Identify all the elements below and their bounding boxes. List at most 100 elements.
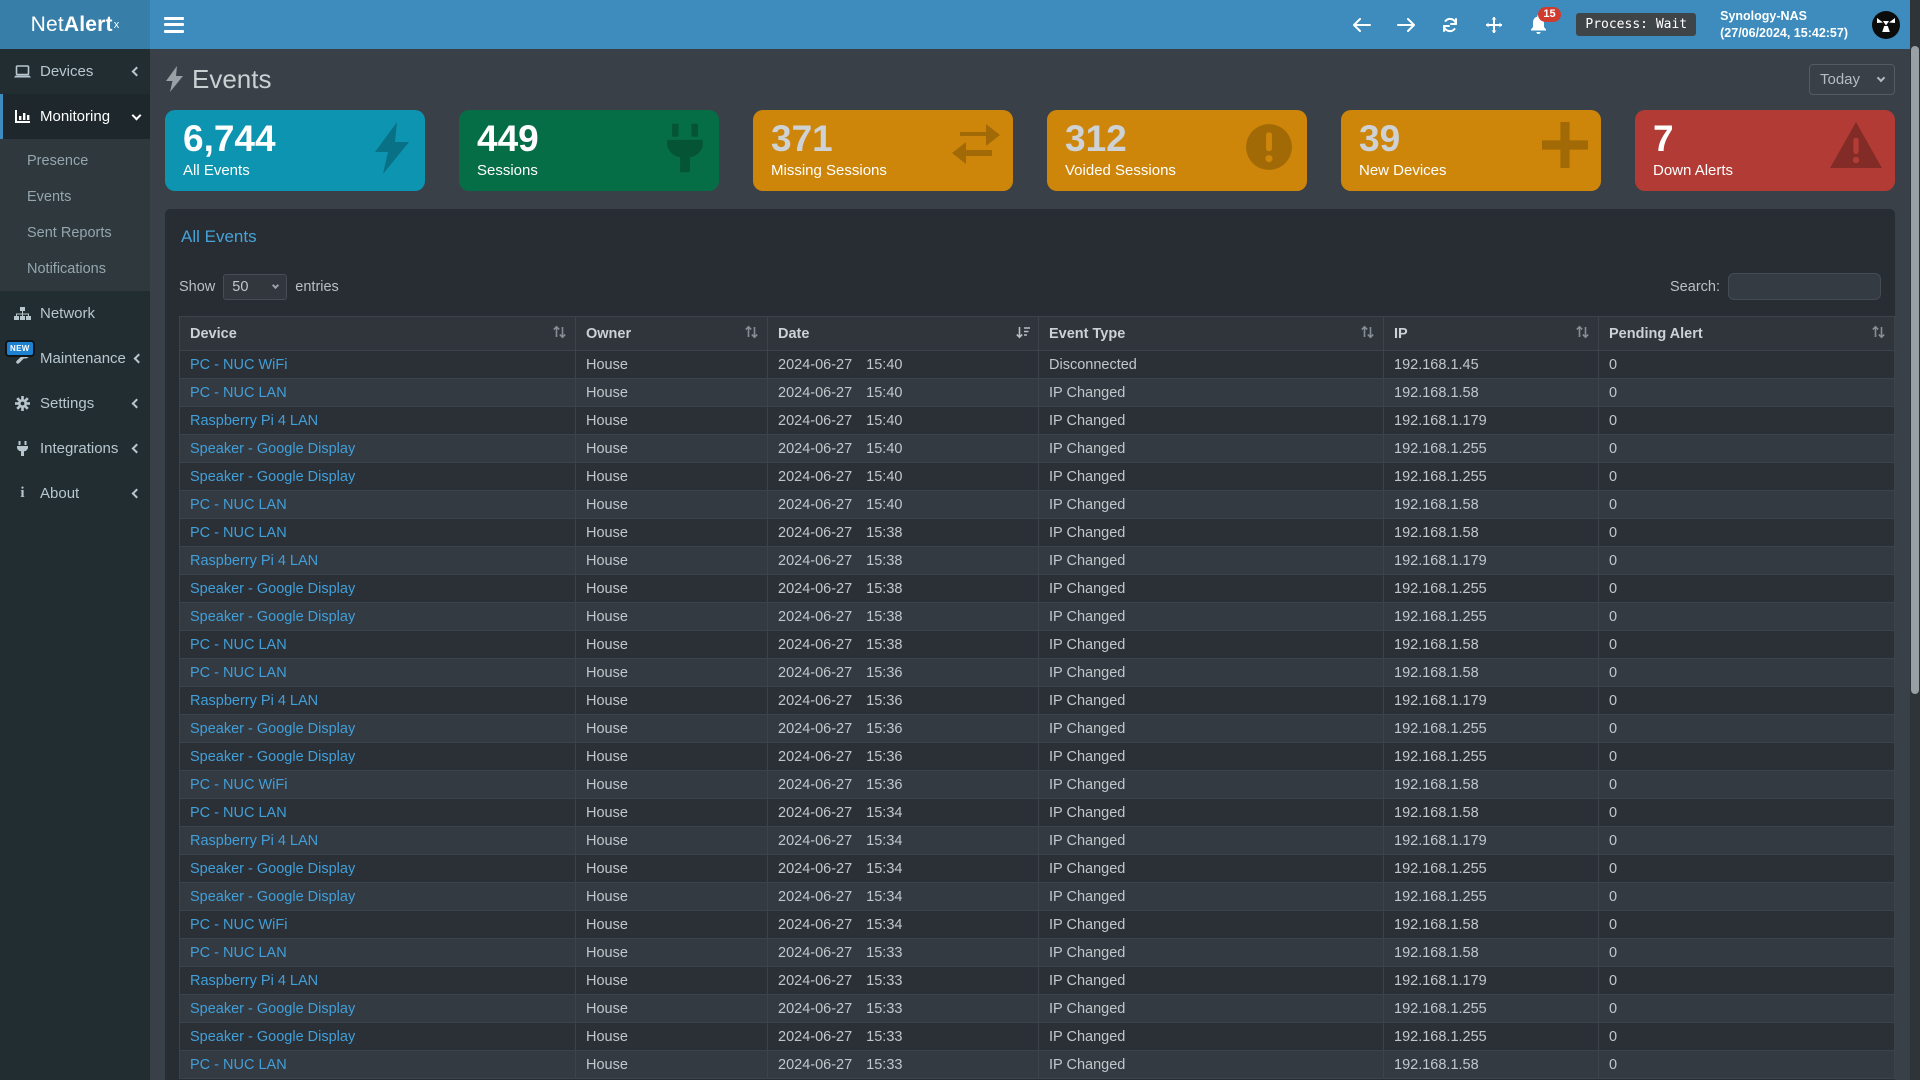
back-arrow-icon[interactable] bbox=[1352, 15, 1372, 35]
period-select[interactable]: Today bbox=[1809, 64, 1895, 95]
device-link[interactable]: PC - NUC WiFi bbox=[190, 917, 287, 933]
device-cell: PC - NUC LAN bbox=[180, 799, 576, 827]
column-header-pending-alert[interactable]: Pending Alert bbox=[1599, 317, 1895, 351]
owner-cell: House bbox=[576, 799, 768, 827]
ip-cell: 192.168.1.179 bbox=[1384, 687, 1599, 715]
device-link[interactable]: Speaker - Google Display bbox=[190, 889, 355, 905]
entries-select[interactable]: 50 bbox=[223, 274, 287, 300]
device-cell: Speaker - Google Display bbox=[180, 743, 576, 771]
column-header-ip[interactable]: IP bbox=[1384, 317, 1599, 351]
forward-arrow-icon[interactable] bbox=[1396, 15, 1416, 35]
sidebar-toggle-icon[interactable] bbox=[164, 17, 184, 33]
time-value: 15:34 bbox=[866, 805, 902, 821]
refresh-icon[interactable] bbox=[1440, 15, 1460, 35]
sidebar-subitem-presence[interactable]: Presence bbox=[0, 143, 150, 179]
owner-cell: House bbox=[576, 407, 768, 435]
pending-alert-cell: 0 bbox=[1599, 771, 1895, 799]
device-link[interactable]: PC - NUC LAN bbox=[190, 385, 287, 401]
sidebar-subitem-events[interactable]: Events bbox=[0, 179, 150, 215]
device-link[interactable]: PC - NUC LAN bbox=[190, 525, 287, 541]
device-link[interactable]: Raspberry Pi 4 LAN bbox=[190, 693, 318, 709]
bell-icon[interactable]: 15 bbox=[1528, 15, 1548, 35]
column-header-date[interactable]: Date bbox=[768, 317, 1039, 351]
pending-alert-cell: 0 bbox=[1599, 687, 1895, 715]
plus-icon bbox=[1542, 122, 1588, 173]
table-row: Speaker - Google DisplayHouse2024-06-271… bbox=[180, 743, 1895, 771]
sidebar-item-devices[interactable]: Devices bbox=[0, 49, 150, 94]
ip-cell: 192.168.1.58 bbox=[1384, 491, 1599, 519]
sidebar-subitem-notifications[interactable]: Notifications bbox=[0, 251, 150, 287]
device-link[interactable]: Raspberry Pi 4 LAN bbox=[190, 833, 318, 849]
device-link[interactable]: Speaker - Google Display bbox=[190, 721, 355, 737]
card-down-alerts[interactable]: 7 Down Alerts bbox=[1635, 110, 1895, 191]
card-voided-sessions[interactable]: 312 Voided Sessions bbox=[1047, 110, 1307, 191]
device-link[interactable]: Speaker - Google Display bbox=[190, 1029, 355, 1045]
device-link[interactable]: PC - NUC WiFi bbox=[190, 777, 287, 793]
sidebar-item-about[interactable]: i About bbox=[0, 471, 150, 516]
time-value: 15:33 bbox=[866, 1057, 902, 1073]
sidebar-item-integrations[interactable]: Integrations bbox=[0, 426, 150, 471]
device-link[interactable]: Raspberry Pi 4 LAN bbox=[190, 413, 318, 429]
date-value: 2024-06-27 bbox=[778, 497, 852, 513]
device-link[interactable]: PC - NUC LAN bbox=[190, 637, 287, 653]
card-missing-sessions[interactable]: 371 Missing Sessions bbox=[753, 110, 1013, 191]
sidebar-item-label: Monitoring bbox=[40, 108, 124, 125]
device-link[interactable]: Speaker - Google Display bbox=[190, 581, 355, 597]
table-row: PC - NUC LANHouse2024-06-2715:33IP Chang… bbox=[180, 939, 1895, 967]
device-link[interactable]: Speaker - Google Display bbox=[190, 749, 355, 765]
sidebar-item-maintenance[interactable]: NEW Maintenance bbox=[0, 336, 150, 381]
panel-title-link[interactable]: All Events bbox=[181, 227, 257, 247]
device-link[interactable]: Raspberry Pi 4 LAN bbox=[190, 973, 318, 989]
device-link[interactable]: PC - NUC LAN bbox=[190, 665, 287, 681]
event-type-cell: IP Changed bbox=[1039, 491, 1384, 519]
device-cell: Raspberry Pi 4 LAN bbox=[180, 547, 576, 575]
event-type-cell: IP Changed bbox=[1039, 407, 1384, 435]
owner-cell: House bbox=[576, 743, 768, 771]
device-link[interactable]: PC - NUC LAN bbox=[190, 1057, 287, 1073]
owner-cell: House bbox=[576, 911, 768, 939]
date-cell: 2024-06-2715:33 bbox=[768, 1023, 1039, 1051]
event-type-cell: IP Changed bbox=[1039, 519, 1384, 547]
vertical-scrollbar[interactable] bbox=[1910, 0, 1920, 1080]
column-header-owner[interactable]: Owner bbox=[576, 317, 768, 351]
app-logo[interactable]: NetAlertx bbox=[0, 0, 150, 49]
device-link[interactable]: PC - NUC LAN bbox=[190, 805, 287, 821]
user-avatar[interactable] bbox=[1872, 11, 1900, 39]
card-all-events[interactable]: 6,744 All Events bbox=[165, 110, 425, 191]
search-input[interactable] bbox=[1728, 273, 1881, 300]
date-value: 2024-06-27 bbox=[778, 777, 852, 793]
date-value: 2024-06-27 bbox=[778, 441, 852, 457]
date-cell: 2024-06-2715:40 bbox=[768, 463, 1039, 491]
sidebar-subitem-sent-reports[interactable]: Sent Reports bbox=[0, 215, 150, 251]
date-value: 2024-06-27 bbox=[778, 357, 852, 373]
column-header-event-type[interactable]: Event Type bbox=[1039, 317, 1384, 351]
nas-info: Synology-NAS (27/06/2024, 15:42:57) bbox=[1720, 8, 1848, 42]
column-header-device[interactable]: Device bbox=[180, 317, 576, 351]
warning-triangle-icon bbox=[1830, 122, 1882, 173]
device-link[interactable]: Speaker - Google Display bbox=[190, 469, 355, 485]
device-link[interactable]: Speaker - Google Display bbox=[190, 861, 355, 877]
pending-alert-cell: 0 bbox=[1599, 547, 1895, 575]
device-link[interactable]: Speaker - Google Display bbox=[190, 441, 355, 457]
card-sessions[interactable]: 449 Sessions bbox=[459, 110, 719, 191]
time-value: 15:38 bbox=[866, 637, 902, 653]
sidebar-item-network[interactable]: Network bbox=[0, 291, 150, 336]
device-link[interactable]: Speaker - Google Display bbox=[190, 1001, 355, 1017]
move-arrows-icon[interactable] bbox=[1484, 15, 1504, 35]
sidebar-item-monitoring[interactable]: Monitoring bbox=[0, 94, 150, 139]
card-new-devices[interactable]: 39 New Devices bbox=[1341, 110, 1601, 191]
table-row: PC - NUC LANHouse2024-06-2715:40IP Chang… bbox=[180, 491, 1895, 519]
device-link[interactable]: PC - NUC WiFi bbox=[190, 357, 287, 373]
device-link[interactable]: PC - NUC LAN bbox=[190, 497, 287, 513]
notification-badge: 15 bbox=[1538, 7, 1560, 22]
sidebar-item-label: Integrations bbox=[40, 440, 124, 457]
device-link[interactable]: PC - NUC LAN bbox=[190, 945, 287, 961]
device-link[interactable]: Raspberry Pi 4 LAN bbox=[190, 553, 318, 569]
device-link[interactable]: Speaker - Google Display bbox=[190, 609, 355, 625]
sidebar-item-settings[interactable]: Settings bbox=[0, 381, 150, 426]
event-type-cell: IP Changed bbox=[1039, 575, 1384, 603]
ip-cell: 192.168.1.255 bbox=[1384, 883, 1599, 911]
table-row: Speaker - Google DisplayHouse2024-06-271… bbox=[180, 715, 1895, 743]
scrollbar-thumb[interactable] bbox=[1911, 46, 1919, 694]
ip-cell: 192.168.1.255 bbox=[1384, 1023, 1599, 1051]
